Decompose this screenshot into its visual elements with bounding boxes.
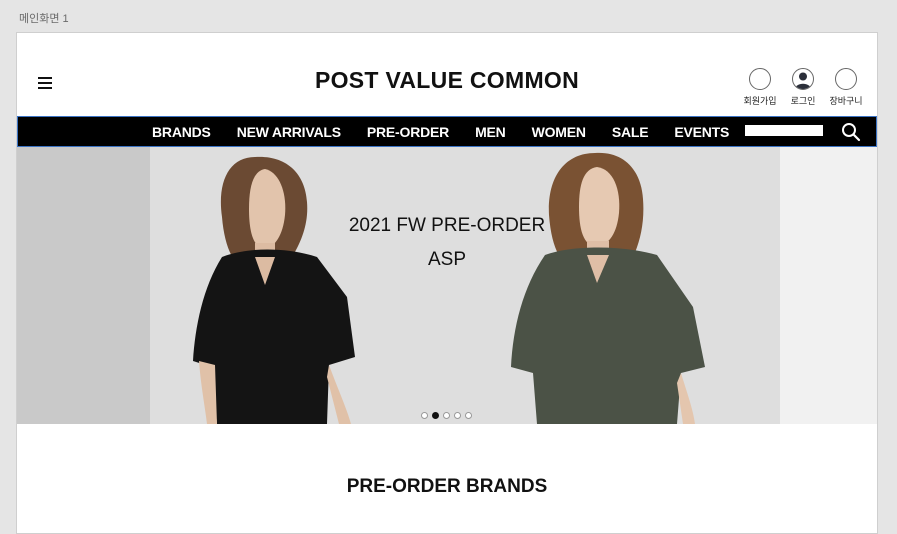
main-page: POST VALUE COMMON 회원가입 로그인 장바구니 BRANDS N…	[16, 32, 878, 534]
hero-subtitle: ASP	[427, 249, 467, 270]
search-input[interactable]	[745, 125, 823, 136]
empty-circle-icon	[835, 68, 857, 90]
nav-item-events[interactable]: EVENTS	[674, 124, 729, 140]
nav-item-brands[interactable]: BRANDS	[152, 124, 211, 140]
carousel-dot-active[interactable]	[432, 412, 439, 419]
empty-circle-icon	[749, 68, 771, 90]
artboard-label: 메인화면 1	[19, 13, 69, 25]
hero-models-image	[193, 152, 705, 424]
nav-item-new-arrivals[interactable]: NEW ARRIVALS	[237, 124, 341, 140]
cart-label: 장바구니	[829, 96, 863, 106]
main-nav: BRANDS NEW ARRIVALS PRE-ORDER MEN WOMEN …	[17, 116, 877, 147]
nav-item-men[interactable]: MEN	[475, 124, 506, 140]
signup-button[interactable]: 회원가입	[743, 68, 777, 107]
carousel-dot[interactable]	[443, 412, 450, 419]
user-menu: 회원가입 로그인 장바구니	[743, 68, 863, 107]
nav-item-sale[interactable]: SALE	[612, 124, 649, 140]
nav-item-women[interactable]: WOMEN	[532, 124, 586, 140]
nav-item-pre-order[interactable]: PRE-ORDER	[367, 124, 449, 140]
carousel-indicator	[421, 412, 472, 419]
signup-label: 회원가입	[743, 96, 777, 106]
section-title: PRE-ORDER BRANDS	[346, 476, 548, 497]
login-label: 로그인	[790, 96, 816, 106]
carousel-dot[interactable]	[421, 412, 428, 419]
carousel-dot[interactable]	[465, 412, 472, 419]
login-button[interactable]: 로그인	[786, 68, 820, 107]
hero-title: 2021 FW PRE-ORDER	[348, 215, 546, 236]
carousel-dot[interactable]	[454, 412, 461, 419]
user-icon	[792, 68, 814, 90]
hero-banner[interactable]: 2021 FW PRE-ORDER ASP	[17, 147, 877, 424]
cart-button[interactable]: 장바구니	[829, 68, 863, 107]
search-icon[interactable]	[841, 122, 861, 142]
